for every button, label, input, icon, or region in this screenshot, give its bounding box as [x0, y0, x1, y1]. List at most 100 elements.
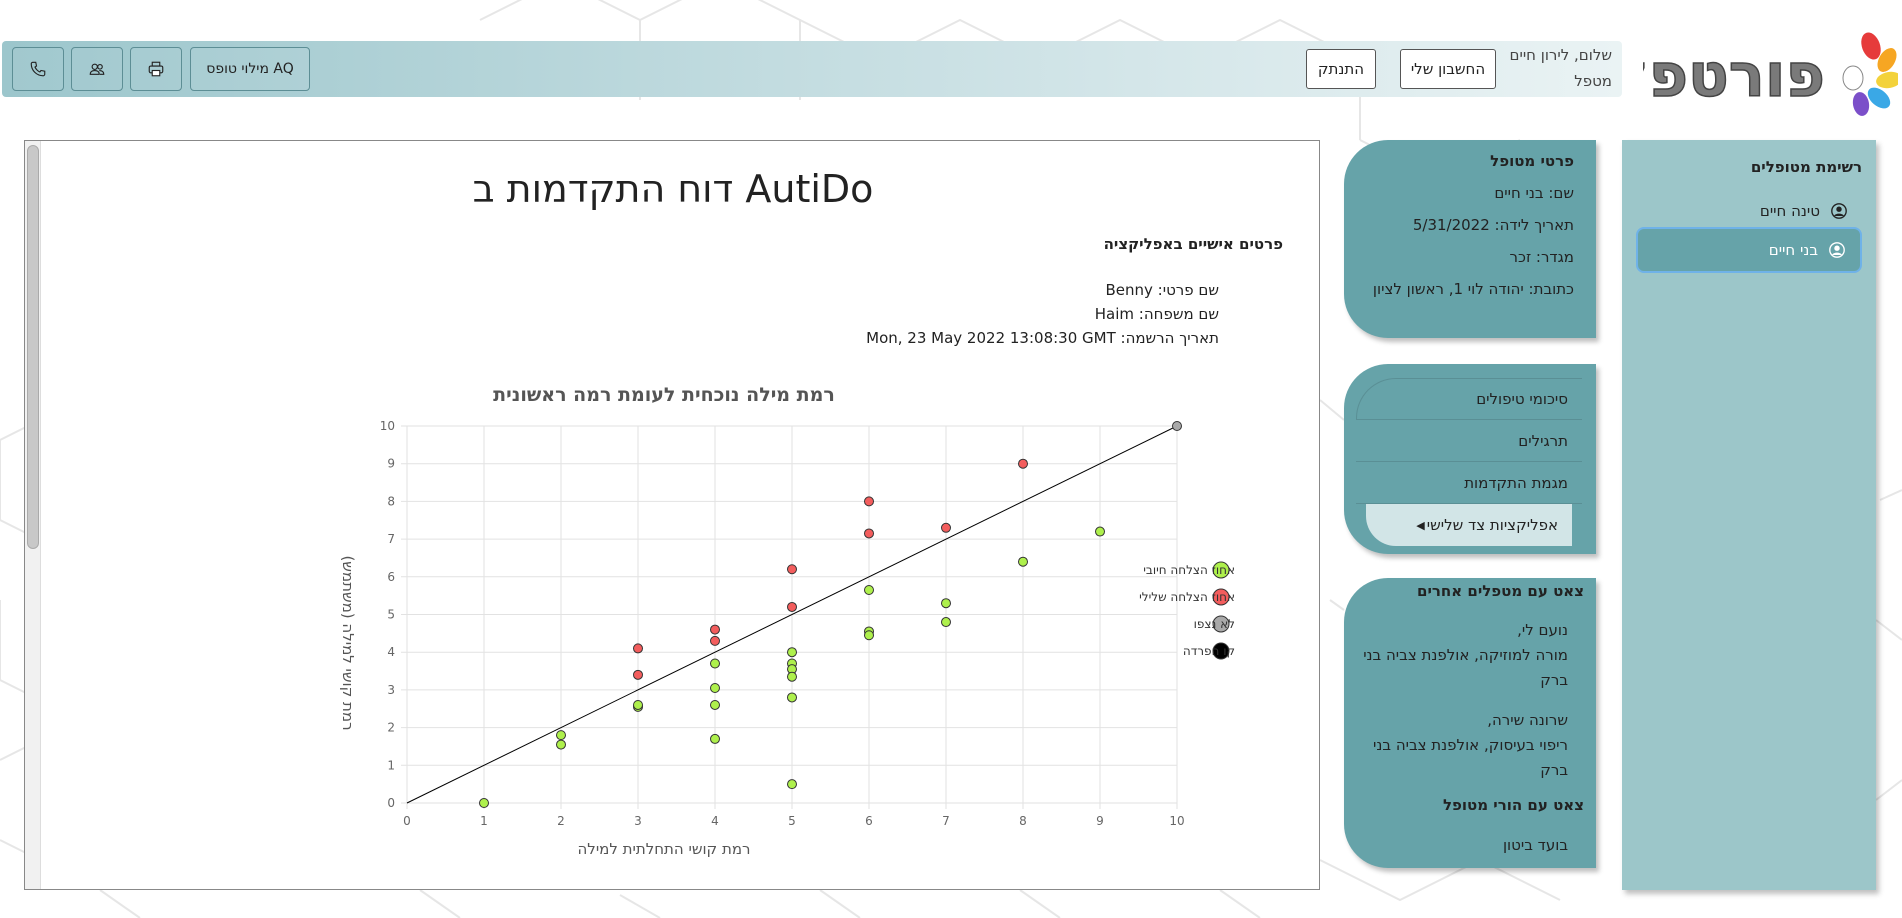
- x-tick-label: 3: [634, 814, 642, 828]
- data-point: [787, 779, 797, 790]
- logout-button[interactable]: התנתק: [1306, 49, 1376, 89]
- x-tick-label: 7: [942, 814, 950, 828]
- aq-form-button[interactable]: מילוי טופס AQ: [190, 47, 310, 91]
- data-point: [941, 522, 951, 533]
- y-tick-label: 8: [387, 494, 395, 508]
- patient-name: טינה חיים: [1759, 202, 1820, 220]
- patient-name: בני חיים: [1768, 241, 1818, 259]
- printer-icon: [148, 61, 164, 77]
- x-tick-label: 0: [403, 814, 411, 828]
- x-tick-label: 1: [480, 814, 488, 828]
- data-point: [710, 635, 720, 646]
- y-axis-label: רמת קושי למילה (משתמש): [339, 555, 357, 730]
- patient-address-field: כתובת: יהודה לוי 1, ראשון לציון: [1372, 280, 1574, 298]
- y-tick-label: 6: [387, 570, 395, 584]
- chat-contact-sharona[interactable]: שרונה שירה, ריפוי בעיסוק, אולפנת צביה בנ…: [1358, 708, 1568, 783]
- data-point: [787, 692, 797, 703]
- users-icon: [89, 63, 105, 75]
- chart-ticks: 0 1 2 3 4 5 6 7 8 9 10 0 1 2 3 4 5 6 7 8 9 10: [380, 419, 1185, 828]
- y-tick-label: 10: [380, 419, 395, 433]
- x-axis-label: רמת קושי התחלתית למילה: [578, 840, 751, 858]
- data-point: [710, 683, 720, 694]
- data-point: [864, 496, 874, 507]
- data-point: [864, 584, 874, 595]
- first-name-line: שם פרטי: Benny: [1105, 281, 1219, 299]
- data-point: [787, 601, 797, 612]
- menu-item-third-party-apps[interactable]: אפליקציות צד שלישי ◀: [1366, 504, 1572, 546]
- last-name-line: שם משפחה: Haim: [1094, 305, 1219, 323]
- menu-item-treatment-summaries[interactable]: סיכומי טיפולים: [1356, 378, 1582, 420]
- flower-icon: [1842, 32, 1898, 116]
- x-tick-label: 6: [865, 814, 873, 828]
- x-tick-label: 10: [1169, 814, 1184, 828]
- greeting: שלום, לירון חיים מטפל: [1510, 42, 1612, 94]
- data-point: [1172, 421, 1182, 431]
- scrollbar[interactable]: [25, 141, 41, 889]
- legend-label: לא נצפו: [1194, 617, 1235, 631]
- y-tick-label: 7: [387, 532, 395, 546]
- menu-item-progress-trend[interactable]: מגמת התקדמות: [1356, 462, 1582, 504]
- menu-item-label: אפליקציות צד שלישי: [1426, 516, 1558, 534]
- data-point: [941, 598, 951, 609]
- data-point: [710, 699, 720, 710]
- greeting-role: מטפל: [1574, 72, 1612, 90]
- phone-button[interactable]: [12, 47, 64, 91]
- y-tick-label: 3: [387, 683, 395, 697]
- patients-list-title: רשימת מטופלים: [1750, 158, 1862, 176]
- data-point: [710, 658, 720, 669]
- data-point: [787, 671, 797, 682]
- patients-sidebar: רשימת מטופלים טינה חיים בני חיים: [1622, 140, 1876, 890]
- y-tick-label: 2: [387, 721, 395, 735]
- chat-contact-noam[interactable]: נועם לי, מורה למוזיקה, אולפנת צביה בני ב…: [1358, 618, 1568, 693]
- print-button[interactable]: [130, 47, 182, 91]
- greeting-name: שלום, לירון חיים: [1509, 46, 1612, 64]
- data-point: [787, 564, 797, 575]
- personal-details-title: פרטים אישיים באפליקציה: [1103, 235, 1283, 253]
- data-point: [1095, 526, 1105, 537]
- my-account-button[interactable]: החשבון שלי: [1400, 49, 1496, 89]
- registration-line: תאריך הרשמה: Mon, 23 May 2022 13:08:30 G…: [866, 329, 1219, 347]
- scatter-chart: רמת מילה נוכחית לעומת רמה ראשונית 0 1 2 3 4 5…: [339, 384, 1235, 858]
- data-point: [479, 798, 489, 808]
- logo-text: פורטפל: [1643, 41, 1825, 111]
- data-point: [710, 733, 720, 744]
- data-point: [787, 647, 797, 658]
- legend-label: אחוז הצלחה שלילי: [1139, 590, 1235, 604]
- patient-details-panel: פרטי מטופל שם: בני חיים תאריך לידה: 5/31…: [1344, 140, 1596, 338]
- y-tick-label: 0: [387, 796, 395, 810]
- chart-legend: אחוז הצלחה חיובי אחוז הצלחה שלילי לא נצפו ק…: [1139, 561, 1235, 660]
- y-tick-label: 9: [387, 457, 395, 471]
- user-circle-icon: [1831, 203, 1847, 219]
- patient-birthdate-field: תאריך לידה: 5/31/2022: [1412, 216, 1574, 234]
- contact-name: שרונה שירה,: [1487, 711, 1568, 729]
- user-circle-icon: [1829, 242, 1845, 258]
- patient-name-field: שם: בני חיים: [1494, 184, 1574, 202]
- data-point: [633, 669, 643, 680]
- x-tick-label: 8: [1019, 814, 1027, 828]
- data-point: [1018, 458, 1028, 469]
- patient-item-benny[interactable]: בני חיים: [1636, 227, 1862, 273]
- data-point: [710, 624, 720, 635]
- y-tick-label: 1: [387, 758, 395, 772]
- legend-label: קו הפרדה: [1183, 644, 1235, 658]
- data-point: [633, 643, 643, 654]
- chat-contact-parent[interactable]: בועד ביטון: [1358, 833, 1568, 858]
- menu-item-exercises[interactable]: תרגילים: [1356, 420, 1582, 462]
- data-point: [864, 528, 874, 539]
- data-point: [633, 699, 643, 710]
- patient-gender-field: מגדר: זכר: [1509, 248, 1574, 266]
- chart-title: רמת מילה נוכחית לעומת רמה ראשונית: [493, 384, 835, 406]
- chat-parents-title: צאט עם הורי מטופל: [1442, 796, 1584, 814]
- legend-label: אחוז הצלחה חיובי: [1143, 563, 1235, 577]
- data-point: [1018, 556, 1028, 567]
- users-button[interactable]: [71, 47, 123, 91]
- contact-role: מורה למוזיקה, אולפנת צביה בני ברק: [1363, 646, 1568, 689]
- y-tick-label: 4: [387, 645, 395, 659]
- data-point: [556, 739, 566, 750]
- report-title: דוח התקדמות ב AutiDo: [472, 167, 874, 211]
- x-tick-label: 2: [557, 814, 565, 828]
- x-tick-label: 5: [788, 814, 796, 828]
- contact-role: ריפוי בעיסוק, אולפנת צביה בני ברק: [1373, 736, 1568, 779]
- y-tick-label: 5: [387, 608, 395, 622]
- data-point: [556, 730, 566, 741]
